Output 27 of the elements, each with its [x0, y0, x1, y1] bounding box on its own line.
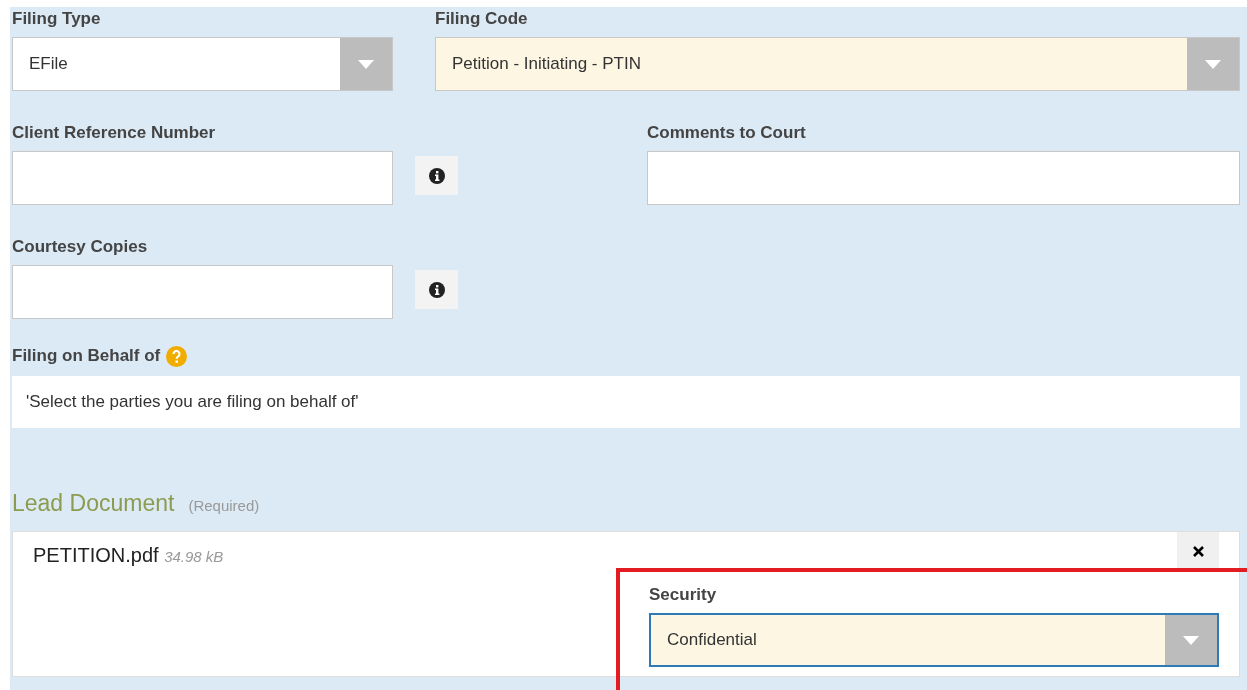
caret-icon[interactable]	[358, 59, 374, 69]
filing-type-select[interactable]: EFile	[12, 37, 393, 91]
field-label: Filing Type	[12, 9, 102, 29]
party-select-field[interactable]: 'Select the parties you are filing on behalf of'	[12, 376, 1240, 428]
close-button[interactable]	[1177, 532, 1219, 571]
info-icon	[428, 167, 445, 184]
field-label: Courtesy Copies	[12, 237, 149, 257]
security-select[interactable]: Confidential	[649, 613, 1219, 667]
field-label: Security	[649, 585, 718, 605]
caret-icon[interactable]	[1205, 59, 1221, 69]
field-label: Comments to Court	[647, 123, 807, 143]
close-icon	[1192, 546, 1204, 557]
field-label: Filing Code	[435, 9, 529, 29]
field-label: Filing on Behalf of	[12, 346, 161, 366]
info-icon	[428, 281, 445, 298]
input-field[interactable]	[647, 151, 1240, 205]
info-button[interactable]	[415, 270, 458, 309]
info-button[interactable]	[415, 156, 458, 195]
section-title: Lead Document	[12, 490, 175, 517]
input-field[interactable]	[12, 265, 393, 319]
help-icon[interactable]	[166, 346, 188, 367]
file-name: PETITION.pdf 34.98 kB	[33, 544, 224, 567]
required-note: (Required)	[188, 497, 260, 514]
field-label: Client Reference Number	[12, 123, 217, 143]
caret-icon[interactable]	[1183, 635, 1199, 645]
filing-code-select[interactable]: Petition - Initiating - PTIN	[435, 37, 1240, 91]
input-field[interactable]	[12, 151, 393, 205]
